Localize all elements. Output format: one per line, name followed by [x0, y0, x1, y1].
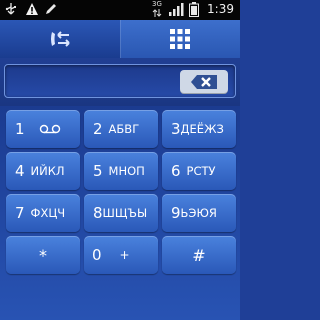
- dialpad-tab[interactable]: [120, 20, 240, 58]
- key-digit: #: [192, 245, 206, 265]
- key-8[interactable]: 8 ШЩЪЫ: [84, 194, 158, 232]
- tab-bar: [0, 20, 240, 58]
- key-letters: ДЕЁЖЗ: [180, 122, 224, 136]
- key-letters: РСТУ: [186, 164, 216, 178]
- key-letters: АБВГ: [108, 122, 140, 136]
- key-digit: 9: [171, 204, 181, 222]
- key-letters: ФХЦЧ: [30, 206, 66, 220]
- dialpad: 1 2 АБВГ 3 ДЕЁЖЗ 4 ИЙКЛ 5 МНОП 6 РСТУ 7 …: [0, 106, 240, 320]
- key-6[interactable]: 6 РСТУ: [162, 152, 236, 190]
- key-letters: ШЩЪЫ: [102, 206, 148, 220]
- pen-icon: [46, 4, 56, 14]
- key-9[interactable]: 9 ЬЭЮЯ: [162, 194, 236, 232]
- key-digit: 7: [15, 204, 25, 222]
- key-digit: *: [39, 245, 47, 265]
- key-hash[interactable]: #: [162, 236, 236, 274]
- key-4[interactable]: 4 ИЙКЛ: [6, 152, 80, 190]
- key-digit: 0: [92, 246, 102, 264]
- backspace-button[interactable]: [180, 70, 228, 94]
- signal-strength-icon: [169, 3, 184, 16]
- number-input-area: [0, 58, 240, 106]
- key-1[interactable]: 1: [6, 110, 80, 148]
- key-letters: ИЙКЛ: [30, 164, 65, 178]
- usb-icon: [5, 3, 16, 15]
- clock: 1:39: [207, 2, 234, 16]
- data-arrows-icon: [152, 9, 162, 17]
- backspace-icon: [191, 75, 217, 89]
- call-log-tab[interactable]: [0, 20, 120, 58]
- key-digit: 5: [93, 162, 103, 180]
- key-7[interactable]: 7 ФХЦЧ: [6, 194, 80, 232]
- key-digit: 6: [171, 162, 181, 180]
- warning-icon: [26, 3, 38, 15]
- key-digit: 3: [171, 120, 181, 138]
- key-digit: 8: [93, 204, 103, 222]
- dialpad-grid-icon: [170, 29, 190, 49]
- key-digit: 2: [93, 120, 103, 138]
- voicemail-icon: [39, 124, 60, 134]
- key-5[interactable]: 5 МНОП: [84, 152, 158, 190]
- key-letters: ЬЭЮЯ: [180, 206, 217, 220]
- network-type: 3G: [152, 0, 162, 8]
- battery-icon: [189, 2, 199, 17]
- status-bar: 3G 1:39: [0, 0, 240, 20]
- key-letters: МНОП: [108, 164, 145, 178]
- key-digit: 1: [15, 120, 25, 138]
- key-digit: 4: [15, 162, 25, 180]
- key-0[interactable]: 0 +: [84, 236, 158, 274]
- call-log-icon: [51, 31, 70, 47]
- key-3[interactable]: 3 ДЕЁЖЗ: [162, 110, 236, 148]
- key-2[interactable]: 2 АБВГ: [84, 110, 158, 148]
- key-star[interactable]: *: [6, 236, 80, 274]
- key-letters: +: [119, 248, 130, 262]
